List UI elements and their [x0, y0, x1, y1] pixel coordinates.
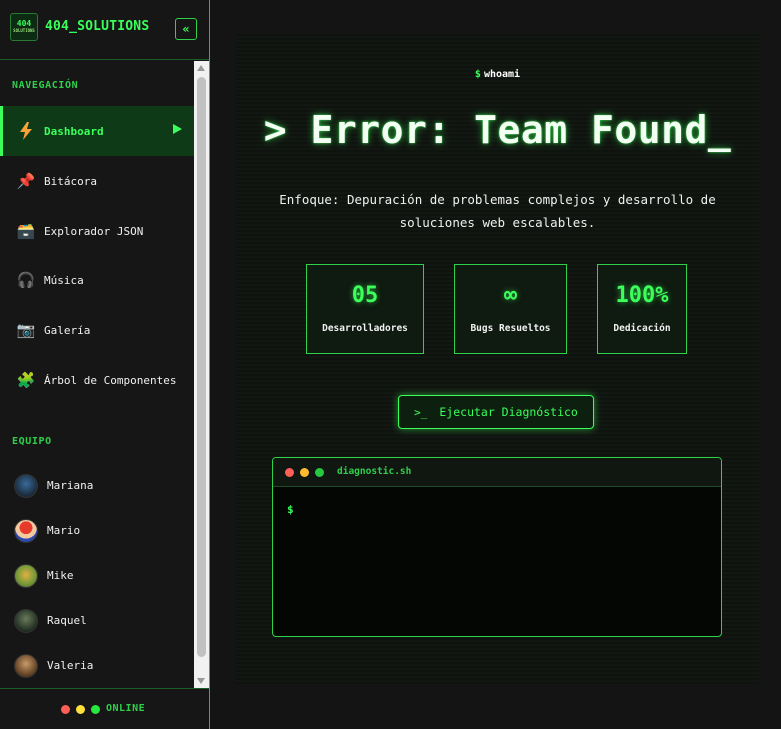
- sidebar-scroll-area: NAVEGACIÓN Dashboard 📌 Bitácora 🗃️ Explo…: [0, 61, 194, 688]
- whoami-text: whoami: [483, 69, 521, 80]
- stat-card-bugs: ∞ Bugs Resueltos: [454, 264, 567, 354]
- brand-name: 404_SOLUTIONS: [45, 19, 150, 34]
- stat-value: 100%: [615, 283, 669, 308]
- stat-card-developers: 05 Desarrolladores: [306, 264, 424, 354]
- window-minimize-dot[interactable]: [300, 468, 309, 477]
- team-section-label: EQUIPO: [12, 436, 52, 447]
- team-member-mario[interactable]: Mario: [0, 508, 194, 553]
- avatar: [14, 473, 38, 498]
- sidebar-item-label: Bitácora: [44, 174, 97, 188]
- sidebar-item-explorador-json[interactable]: 🗃️ Explorador JSON: [0, 206, 194, 256]
- sidebar-scrollbar[interactable]: [194, 61, 209, 688]
- terminal-titlebar: diagnostic.sh: [273, 458, 721, 487]
- sidebar-item-label: Explorador JSON: [44, 224, 144, 238]
- sidebar-header: 404 SOLUTIONS 404_SOLUTIONS «: [0, 0, 209, 60]
- sidebar: 404 SOLUTIONS 404_SOLUTIONS « NAVEGACIÓN…: [0, 0, 210, 729]
- status-label: ONLINE: [106, 703, 146, 714]
- stat-card-dedication: 100% Dedicación: [597, 264, 687, 354]
- terminal-title: diagnostic.sh: [337, 466, 412, 477]
- team-member-mariana[interactable]: Mariana: [0, 463, 194, 508]
- page-title: > Error: Team Found_: [263, 108, 732, 152]
- team-member-name: Valeria: [47, 659, 94, 672]
- puzzle-icon: 🧩: [16, 371, 36, 389]
- active-arrow-icon: [173, 124, 182, 134]
- team-member-valeria[interactable]: Valeria: [0, 643, 194, 688]
- terminal-prompt-icon: >_: [414, 405, 428, 419]
- lightning-icon: [16, 121, 36, 141]
- sidebar-item-label: Árbol de Componentes: [44, 373, 177, 387]
- avatar: [14, 608, 38, 633]
- card-box-icon: 🗃️: [16, 222, 36, 240]
- whoami-line: $ whoami: [236, 69, 759, 80]
- stat-value: 05: [351, 283, 379, 308]
- sidebar-item-label: Galería: [44, 323, 91, 337]
- run-diagnostic-label: Ejecutar Diagnóstico: [439, 405, 578, 419]
- window-close-dot[interactable]: [285, 468, 294, 477]
- team-member-mike[interactable]: Mike: [0, 553, 194, 598]
- status-footer: ONLINE: [0, 688, 209, 729]
- stat-label: Desarrolladores: [322, 323, 408, 334]
- sidebar-item-musica[interactable]: 🎧 Música: [0, 255, 194, 305]
- sidebar-item-label: Música: [44, 273, 84, 287]
- stat-value: ∞: [503, 283, 518, 308]
- status-dot-green: [91, 705, 100, 714]
- status-dot-yellow: [76, 705, 85, 714]
- window-maximize-dot[interactable]: [315, 468, 324, 477]
- headphones-icon: 🎧: [16, 271, 36, 289]
- stat-label: Bugs Resueltos: [470, 323, 551, 334]
- sidebar-item-dashboard[interactable]: Dashboard: [0, 106, 194, 156]
- scroll-down-icon[interactable]: [197, 678, 205, 684]
- logo-subtext: SOLUTIONS: [13, 28, 35, 33]
- terminal-prompt: $: [287, 503, 294, 516]
- avatar: [14, 563, 38, 588]
- terminal-window[interactable]: diagnostic.sh $: [272, 457, 722, 637]
- camera-icon: 📷: [16, 321, 36, 339]
- sidebar-item-label: Dashboard: [44, 124, 104, 138]
- scroll-up-icon[interactable]: [197, 65, 205, 71]
- focus-description: Enfoque: Depuración de problemas complej…: [279, 192, 716, 230]
- nav-section-label: NAVEGACIÓN: [12, 80, 79, 91]
- hero-panel: $ whoami > Error: Team Found_ Enfoque: De…: [236, 34, 759, 684]
- scrollbar-thumb[interactable]: [197, 77, 206, 657]
- dollar-prompt: $: [474, 69, 481, 80]
- avatar: [14, 518, 38, 543]
- sidebar-item-arbol-componentes[interactable]: 🧩 Árbol de Componentes: [0, 355, 194, 405]
- team-member-raquel[interactable]: Raquel: [0, 598, 194, 643]
- logo-text: 404: [16, 19, 32, 28]
- stat-label: Dedicación: [613, 323, 671, 334]
- team-member-name: Mariana: [47, 479, 94, 492]
- pushpin-icon: 📌: [16, 172, 36, 190]
- avatar: [14, 653, 38, 678]
- logo: 404 SOLUTIONS: [10, 13, 38, 41]
- sidebar-item-bitacora[interactable]: 📌 Bitácora: [0, 156, 194, 206]
- team-member-name: Mike: [47, 569, 74, 582]
- sidebar-item-galeria[interactable]: 📷 Galería: [0, 305, 194, 355]
- team-member-name: Raquel: [47, 614, 87, 627]
- collapse-sidebar-button[interactable]: «: [175, 18, 197, 40]
- team-member-name: Mario: [47, 524, 81, 537]
- status-dot-red: [61, 705, 70, 714]
- run-diagnostic-button[interactable]: >_ Ejecutar Diagnóstico: [398, 395, 594, 429]
